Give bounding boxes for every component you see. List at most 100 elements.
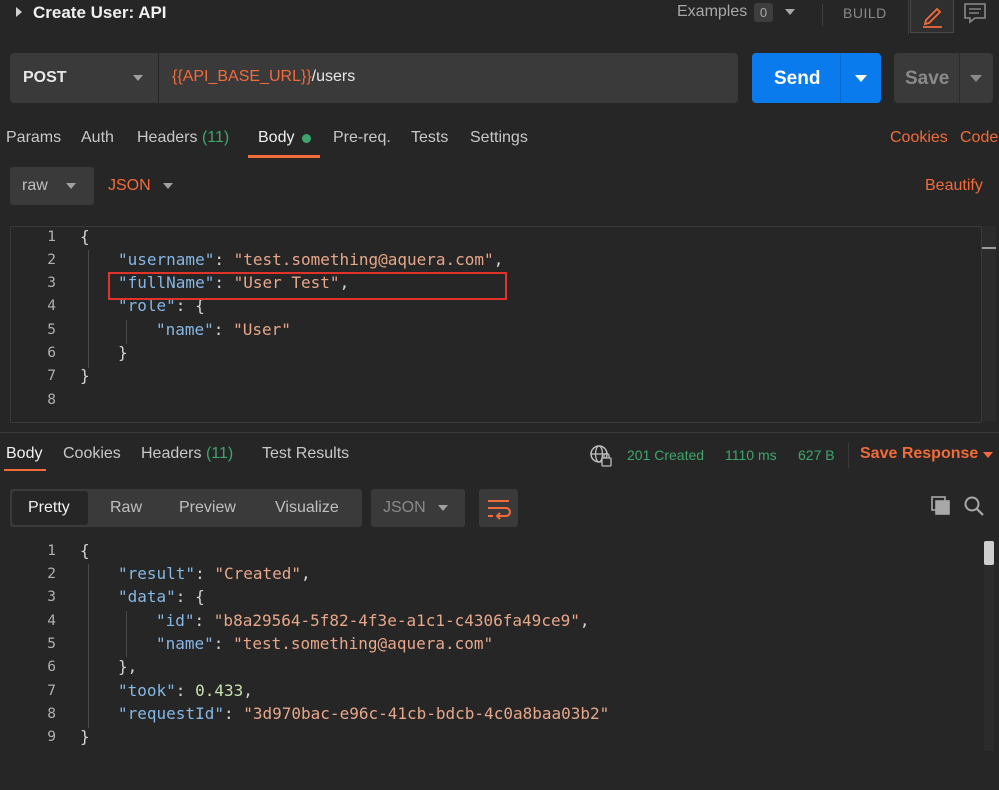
scrollbar-thumb[interactable]: [984, 541, 994, 565]
body-language-select[interactable]: JSON: [108, 177, 151, 195]
code-line: },: [118, 657, 137, 676]
method-label: POST: [23, 69, 67, 86]
tab-settings[interactable]: Settings: [470, 129, 528, 147]
line-number: 1: [47, 543, 56, 559]
url-path: /users: [311, 68, 356, 85]
json-key: "data": [118, 587, 176, 606]
json-key: "result": [118, 564, 196, 583]
response-tab-test-results[interactable]: Test Results: [262, 445, 349, 463]
divider: [822, 4, 823, 26]
line-number: 5: [47, 322, 56, 338]
line-number: 6: [47, 345, 56, 361]
json-string: "test.something@aquera.com": [233, 250, 494, 269]
copy-icon[interactable]: [930, 495, 952, 522]
body-mode-label: raw: [22, 177, 48, 194]
response-status[interactable]: 201 Created: [627, 447, 704, 463]
highlight-annotation-box: [108, 272, 507, 300]
body-status-dot: [302, 134, 311, 143]
view-pretty-label: Pretty: [28, 499, 70, 516]
request-title[interactable]: Create User: API: [33, 3, 167, 23]
save-button-label: Save: [905, 68, 950, 89]
active-tab-indicator: [4, 469, 46, 471]
wrap-lines-button[interactable]: [479, 489, 518, 527]
divider: [959, 53, 960, 103]
line-number: 8: [47, 392, 56, 408]
headers-count: (11): [201, 129, 230, 146]
json-string: "test.something@aquera.com": [233, 634, 494, 653]
json-number: 0.433: [195, 681, 244, 700]
save-response-button[interactable]: Save Response: [860, 445, 978, 463]
chevron-down-icon: [133, 75, 143, 81]
tab-params[interactable]: Params: [6, 129, 61, 147]
beautify-link[interactable]: Beautify: [925, 177, 983, 195]
comments-button[interactable]: [955, 0, 995, 32]
comment-icon: [964, 3, 986, 24]
code-line: }: [80, 366, 90, 385]
response-scrollbar[interactable]: [984, 541, 994, 751]
tab-auth[interactable]: Auth: [81, 129, 114, 147]
collapse-arrow-icon[interactable]: [16, 7, 22, 17]
response-time[interactable]: 1110 ms: [725, 447, 777, 463]
line-number: 7: [47, 683, 56, 699]
code-line: "name": "test.something@aquera.com": [156, 634, 494, 653]
json-key: "requestId": [118, 704, 224, 723]
indent-guide: [126, 320, 127, 344]
line-number: 9: [47, 729, 56, 745]
response-size[interactable]: 627 B: [798, 447, 835, 463]
examples-label[interactable]: Examples: [677, 3, 747, 21]
line-number: 3: [47, 275, 56, 291]
examples-count-badge: 0: [754, 3, 773, 22]
url-variable: {{API_BASE_URL}}: [172, 68, 312, 85]
save-options-icon[interactable]: [970, 75, 982, 82]
indent-guide: [88, 564, 89, 728]
examples-dropdown-icon[interactable]: [785, 9, 795, 15]
indent-guide: [126, 611, 127, 657]
divider: [848, 442, 849, 468]
response-tab-headers[interactable]: Headers (11): [141, 445, 233, 463]
line-number: 7: [47, 368, 56, 384]
json-string: "b8a29564-5f82-4f3e-a1c1-c4306fa49ce9": [213, 611, 580, 630]
active-tab-indicator: [248, 155, 320, 158]
view-visualize-button[interactable]: Visualize: [275, 499, 339, 517]
build-mode-label[interactable]: BUILD: [843, 5, 887, 21]
chevron-down-icon: [438, 505, 448, 511]
line-number: 1: [47, 229, 56, 245]
tab-tests[interactable]: Tests: [411, 129, 448, 147]
line-number: 4: [47, 298, 56, 314]
response-tab-body[interactable]: Body: [6, 445, 42, 463]
code-line: "name": "User": [156, 320, 291, 339]
line-number: 5: [47, 636, 56, 652]
chevron-down-icon[interactable]: [163, 183, 173, 189]
json-brace: {: [80, 227, 90, 246]
code-line: "data": {: [118, 587, 205, 606]
edit-button[interactable]: [910, 0, 954, 33]
url-text: {{API_BASE_URL}}/users: [172, 68, 355, 86]
json-brace: }: [80, 727, 90, 746]
view-preview-button[interactable]: Preview: [179, 499, 236, 517]
search-icon[interactable]: [963, 495, 985, 522]
line-number: 4: [47, 613, 56, 629]
code-link[interactable]: Code: [960, 129, 998, 147]
response-tab-cookies[interactable]: Cookies: [63, 445, 121, 463]
json-brace: {: [80, 541, 90, 560]
code-line: "id": "b8a29564-5f82-4f3e-a1c1-c4306fa49…: [156, 611, 590, 630]
line-number: 6: [47, 659, 56, 675]
scrollbar-thumb[interactable]: [982, 247, 996, 249]
view-raw-button[interactable]: Raw: [110, 499, 142, 517]
request-editor-scrollbar[interactable]: [982, 226, 996, 421]
divider: [908, 0, 909, 34]
tab-prereq[interactable]: Pre-req.: [333, 129, 391, 147]
json-key: "name": [156, 634, 214, 653]
json-string: "3d970bac-e96c-41cb-bdcb-4c0a8baa03b2": [243, 704, 610, 723]
globe-icon[interactable]: [589, 444, 613, 473]
save-response-dropdown-icon[interactable]: [983, 452, 993, 458]
tab-headers[interactable]: Headers (11): [137, 129, 229, 147]
code-line: }: [118, 343, 128, 362]
send-button-label: Send: [774, 68, 821, 89]
tab-body[interactable]: Body: [258, 129, 294, 147]
edit-pencil-icon: [923, 7, 942, 28]
code-line: "username": "test.something@aquera.com",: [118, 250, 504, 269]
json-brace: }: [118, 343, 128, 362]
send-options-icon[interactable]: [855, 75, 867, 82]
cookies-link[interactable]: Cookies: [890, 129, 948, 147]
